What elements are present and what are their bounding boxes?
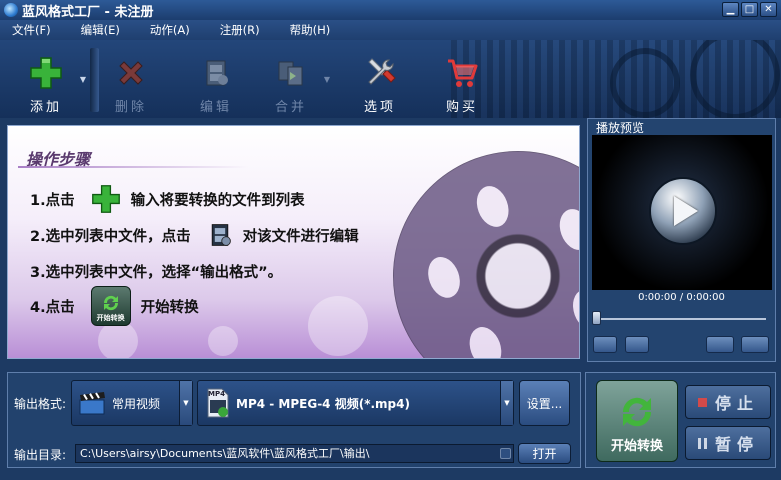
step-2-prefix: 2.选中列表中文件，点击	[30, 228, 191, 245]
edit-button[interactable]: 编辑	[190, 40, 242, 118]
edit-film-icon	[199, 56, 233, 90]
menu-bar: 文件(F) 编辑(E) 动作(A) 注册(R) 帮助(H)	[0, 20, 781, 40]
step-4-icon-label: 开始转换	[96, 314, 125, 322]
maximize-button[interactable]: □	[741, 2, 758, 17]
start-convert-button[interactable]: 开始转换	[596, 380, 678, 462]
add-plus-icon	[29, 56, 63, 90]
pause-label: 暂停	[715, 435, 760, 454]
buy-label: 购买	[445, 100, 478, 115]
add-button[interactable]: 添加	[20, 40, 72, 118]
bokeh-decoration	[208, 326, 238, 356]
step-1-text: 输入将要转换的文件到列表	[130, 192, 305, 209]
clapperboard-icon	[78, 391, 106, 415]
minimize-button[interactable]: ▁	[722, 2, 739, 17]
step-1-prefix: 1.点击	[30, 192, 75, 209]
format-dropdown-arrow-icon[interactable]: ▼	[500, 381, 513, 425]
stop-label: 停止	[715, 394, 760, 413]
options-label: 选项	[363, 100, 396, 115]
step-2: 2.选中列表中文件，点击 对该文件进行编辑	[30, 221, 359, 249]
close-button[interactable]: ✕	[760, 2, 777, 17]
browse-icon[interactable]	[500, 448, 511, 459]
format-select[interactable]: MP4 MP4 - MPEG-4 视频(*.mp4) ▼	[197, 380, 514, 426]
snapshot-button[interactable]	[706, 336, 734, 353]
reel-decoration-icon	[690, 40, 780, 118]
category-select[interactable]: 常用视频 ▼	[71, 380, 193, 426]
step-3: 3.选中列表中文件，选择“输出格式”。	[30, 261, 282, 282]
stop-button[interactable]: 停止	[685, 385, 771, 419]
step-4-text: 开始转换	[140, 299, 199, 316]
instructions-panel: 操作步骤 1.点击 输入将要转换的文件到列表 2.选中列表中文件，点击 对该文件…	[7, 125, 580, 359]
add-plus-icon	[91, 184, 121, 214]
merge-label: 合并	[274, 100, 307, 115]
add-dropdown-arrow-icon[interactable]: ▼	[77, 40, 89, 118]
step-1: 1.点击 输入将要转换的文件到列表	[30, 184, 305, 214]
seek-bar[interactable]	[596, 318, 766, 320]
step-4: 4.点击 开始转换 开始转换	[30, 286, 199, 326]
merge-dropdown-arrow-icon[interactable]: ▼	[321, 40, 333, 118]
reel-decoration-icon	[610, 48, 680, 118]
window-controls: ▁ □ ✕	[722, 2, 777, 17]
timecode: 0:00:00 / 0:00:00	[638, 292, 725, 303]
menu-help[interactable]: 帮助(H)	[290, 22, 331, 38]
format-value: MP4 - MPEG-4 视频(*.mp4)	[236, 396, 410, 411]
output-dir-value: C:\Users\airsy\Documents\蓝风软件\蓝风格式工厂\输出\	[80, 447, 370, 460]
menu-file[interactable]: 文件(F)	[12, 22, 51, 38]
preview-title: 播放预览	[596, 121, 645, 135]
mp4-icon-text: MP4	[208, 390, 225, 398]
output-format-label: 输出格式:	[14, 397, 67, 411]
step-2-text: 对该文件进行编辑	[242, 228, 359, 245]
window-title: 蓝风格式工厂 - 未注册	[22, 4, 154, 20]
output-dir-field[interactable]: C:\Users\airsy\Documents\蓝风软件\蓝风格式工厂\输出\	[75, 444, 514, 463]
preview-screen	[592, 135, 772, 290]
preview-panel: 播放预览 0:00:00 / 0:00:00	[587, 118, 776, 362]
options-button[interactable]: 选项	[354, 40, 406, 118]
film-reel-illustration	[357, 126, 579, 358]
buy-button[interactable]: 购买	[436, 40, 488, 118]
edit-film-icon	[207, 221, 233, 249]
edit-label: 编辑	[199, 100, 232, 115]
mp4-file-icon: MP4	[206, 388, 230, 418]
output-dir-label: 输出目录:	[14, 448, 67, 462]
delete-button[interactable]: 删除	[105, 40, 157, 118]
shopping-cart-icon	[445, 56, 479, 90]
start-convert-icon: 开始转换	[90, 286, 131, 326]
delete-x-icon	[114, 56, 148, 90]
title-bar: 蓝风格式工厂 - 未注册 ▁ □ ✕	[0, 0, 781, 20]
menu-action[interactable]: 动作(A)	[150, 22, 190, 38]
toolbar-separator	[90, 48, 99, 112]
delete-label: 删除	[114, 100, 147, 115]
app-logo-icon	[4, 3, 18, 17]
play-button[interactable]	[649, 177, 717, 245]
merge-icon	[274, 56, 308, 90]
convert-arrows-icon	[615, 391, 659, 433]
step-3-text: 3.选中列表中文件，选择“输出格式”。	[30, 265, 283, 281]
stop-control-button[interactable]	[625, 336, 649, 353]
menu-register[interactable]: 注册(R)	[220, 22, 260, 38]
open-button[interactable]: 打开	[518, 443, 571, 464]
pause-icon	[698, 437, 707, 449]
actions-panel: 开始转换 停止 暂停	[585, 372, 776, 468]
add-label: 添加	[29, 100, 62, 115]
tools-wrench-screwdriver-icon	[363, 56, 397, 90]
stop-icon	[698, 397, 707, 407]
pause-button[interactable]: 暂停	[685, 426, 771, 460]
start-convert-label: 开始转换	[610, 439, 663, 454]
step-4-prefix: 4.点击	[30, 299, 75, 316]
bokeh-decoration	[98, 321, 138, 358]
toolbar: 添加 ▼ 删除 编辑 合并 ▼ 选项 购买	[0, 40, 781, 118]
category-dropdown-arrow-icon[interactable]: ▼	[179, 381, 192, 425]
seek-handle[interactable]	[592, 311, 601, 325]
steps-underline	[18, 166, 248, 168]
fullscreen-button[interactable]	[741, 336, 769, 353]
menu-edit[interactable]: 编辑(E)	[81, 22, 120, 38]
category-value: 常用视频	[112, 396, 161, 411]
play-icon	[674, 196, 698, 226]
settings-button[interactable]: 设置...	[519, 380, 570, 426]
output-settings-panel: 输出格式: 常用视频 ▼ MP4 MP4 - MPEG-4 视频(*.mp4) …	[7, 372, 581, 468]
play-control-button[interactable]	[593, 336, 617, 353]
merge-button[interactable]: 合并	[265, 40, 317, 118]
bokeh-decoration	[308, 296, 368, 356]
